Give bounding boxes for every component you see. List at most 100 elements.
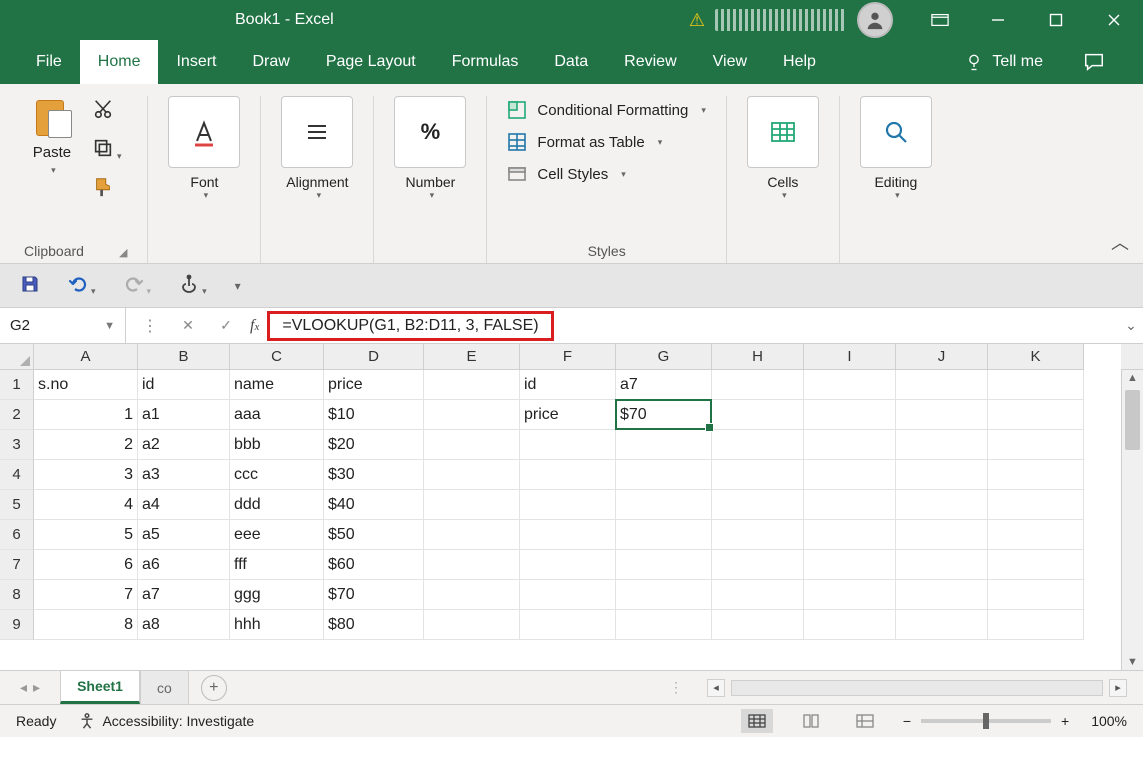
row-header[interactable]: 4 <box>0 460 34 490</box>
cell[interactable] <box>712 580 804 610</box>
cell[interactable] <box>988 610 1084 640</box>
select-all-button[interactable] <box>0 344 34 370</box>
cell[interactable] <box>424 460 520 490</box>
chevron-down-icon[interactable]: ▾ <box>317 190 322 201</box>
cell-styles-button[interactable]: Cell Styles▾ <box>507 164 705 184</box>
tab-review[interactable]: Review <box>606 40 694 84</box>
cell[interactable] <box>616 610 712 640</box>
qat-customize-button[interactable]: ▾ <box>235 279 241 293</box>
cell[interactable]: $80 <box>324 610 424 640</box>
cell[interactable] <box>896 610 988 640</box>
zoom-slider[interactable]: − + <box>903 713 1069 729</box>
column-header[interactable]: G <box>616 344 712 370</box>
editing-button[interactable] <box>860 96 932 168</box>
cell[interactable] <box>424 610 520 640</box>
scroll-right-icon[interactable]: ▸ <box>1109 679 1127 697</box>
cell[interactable] <box>424 430 520 460</box>
cell[interactable] <box>520 610 616 640</box>
name-box[interactable]: G2 ▼ <box>0 308 126 343</box>
cell[interactable]: a7 <box>616 370 712 400</box>
enter-formula-button[interactable]: ✓ <box>216 317 236 334</box>
zoom-in-button[interactable]: + <box>1061 713 1069 729</box>
cell[interactable]: 7 <box>34 580 138 610</box>
cell[interactable]: 2 <box>34 430 138 460</box>
redo-button[interactable]: ▾ <box>124 274 152 297</box>
maximize-button[interactable] <box>1027 0 1085 40</box>
cell[interactable] <box>424 400 520 430</box>
cell[interactable] <box>804 460 896 490</box>
tab-page-layout[interactable]: Page Layout <box>308 40 434 84</box>
cell[interactable]: id <box>520 370 616 400</box>
column-header[interactable]: A <box>34 344 138 370</box>
cut-button[interactable] <box>92 98 122 123</box>
cell[interactable] <box>804 490 896 520</box>
cell[interactable]: ccc <box>230 460 324 490</box>
column-header[interactable]: B <box>138 344 230 370</box>
tab-view[interactable]: View <box>695 40 765 84</box>
cell[interactable]: a1 <box>138 400 230 430</box>
cell[interactable] <box>424 490 520 520</box>
zoom-out-button[interactable]: − <box>903 713 911 729</box>
cell[interactable]: 3 <box>34 460 138 490</box>
tab-home[interactable]: Home <box>80 40 159 84</box>
format-as-table-button[interactable]: Format as Table▾ <box>507 132 705 152</box>
account-avatar[interactable] <box>857 2 893 38</box>
cell[interactable] <box>896 520 988 550</box>
column-header[interactable]: D <box>324 344 424 370</box>
page-layout-view-button[interactable] <box>795 709 827 733</box>
cell[interactable] <box>804 610 896 640</box>
cell[interactable]: fff <box>230 550 324 580</box>
fx-icon[interactable]: fx <box>250 317 259 335</box>
cell[interactable] <box>896 430 988 460</box>
new-sheet-button[interactable]: + <box>201 675 227 701</box>
font-button[interactable] <box>168 96 240 168</box>
cell[interactable] <box>520 580 616 610</box>
row-header[interactable]: 2 <box>0 400 34 430</box>
column-header[interactable]: F <box>520 344 616 370</box>
cell[interactable] <box>712 490 804 520</box>
sheet-tab-sheet1[interactable]: Sheet1 <box>60 671 140 704</box>
cell[interactable] <box>988 520 1084 550</box>
cell[interactable]: 6 <box>34 550 138 580</box>
vertical-scrollbar[interactable]: ▲ ▼ <box>1121 370 1143 670</box>
expand-formula-bar-button[interactable]: ⌄ <box>1119 317 1143 334</box>
scroll-down-icon[interactable]: ▼ <box>1122 656 1143 668</box>
cell[interactable]: price <box>520 400 616 430</box>
cell[interactable] <box>712 460 804 490</box>
scroll-up-icon[interactable]: ▲ <box>1122 372 1143 384</box>
column-header[interactable]: E <box>424 344 520 370</box>
cell[interactable] <box>896 460 988 490</box>
cell[interactable] <box>804 520 896 550</box>
save-button[interactable] <box>20 274 40 297</box>
cell[interactable]: a6 <box>138 550 230 580</box>
cell[interactable] <box>712 550 804 580</box>
cell[interactable] <box>712 400 804 430</box>
cell[interactable]: 5 <box>34 520 138 550</box>
cell[interactable]: a7 <box>138 580 230 610</box>
chevron-down-icon[interactable]: ▾ <box>430 190 435 201</box>
cell[interactable] <box>424 550 520 580</box>
cell[interactable]: $20 <box>324 430 424 460</box>
zoom-level[interactable]: 100% <box>1091 713 1127 729</box>
formula-input[interactable] <box>554 308 1119 343</box>
cell[interactable] <box>712 430 804 460</box>
cells-button[interactable] <box>747 96 819 168</box>
cell[interactable] <box>712 520 804 550</box>
cell[interactable] <box>988 400 1084 430</box>
cell[interactable]: 8 <box>34 610 138 640</box>
cell[interactable]: $70 <box>616 400 712 430</box>
cell[interactable] <box>424 370 520 400</box>
row-header[interactable]: 8 <box>0 580 34 610</box>
close-button[interactable] <box>1085 0 1143 40</box>
cell[interactable] <box>988 580 1084 610</box>
cell[interactable]: 4 <box>34 490 138 520</box>
cell[interactable] <box>988 460 1084 490</box>
row-header[interactable]: 3 <box>0 430 34 460</box>
column-header[interactable]: J <box>896 344 988 370</box>
formula-input-highlighted[interactable]: =VLOOKUP(G1, B2:D11, 3, FALSE) <box>267 311 553 341</box>
paste-button[interactable]: Paste ▾ <box>30 96 74 201</box>
copy-button[interactable]: ▾ <box>92 137 122 162</box>
cell[interactable] <box>804 580 896 610</box>
cell[interactable]: 1 <box>34 400 138 430</box>
row-header[interactable]: 1 <box>0 370 34 400</box>
